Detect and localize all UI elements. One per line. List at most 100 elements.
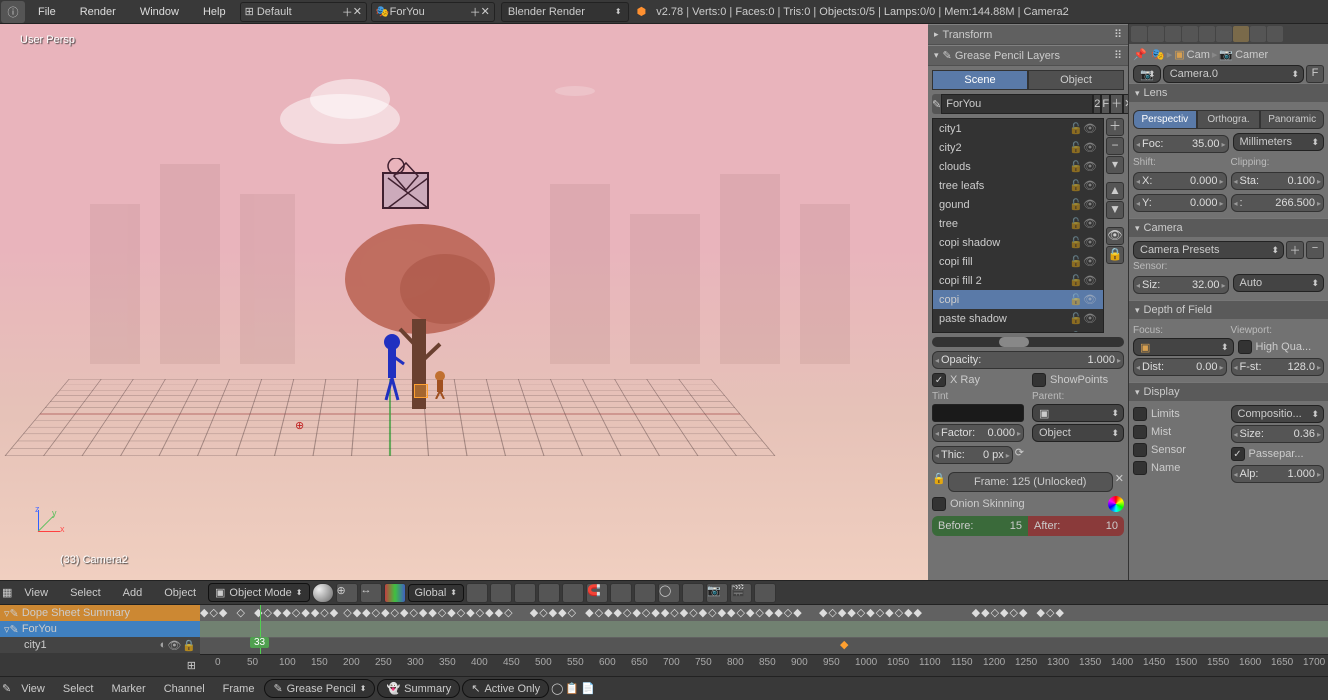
layer-remove-button[interactable]: − — [1106, 137, 1124, 155]
gp-users[interactable]: 2 — [1093, 94, 1101, 114]
manipulator-toggle[interactable]: ↔ — [360, 583, 382, 603]
name-checkbox[interactable] — [1133, 461, 1147, 475]
display-size-field[interactable]: Size:0.36 — [1231, 425, 1325, 443]
opengl-anim-button[interactable]: 🎬 — [730, 583, 752, 603]
lock-icon[interactable]: 🔓 — [1069, 122, 1083, 135]
gpencil-toggle[interactable] — [754, 583, 776, 603]
proportional-falloff[interactable] — [682, 583, 704, 603]
sensor-fit-field[interactable]: Auto — [1233, 274, 1325, 292]
sensor-size-field[interactable]: Siz:32.00 — [1133, 276, 1229, 294]
dof-object-field[interactable]: ▣ — [1133, 338, 1234, 356]
dopesheet-mode-selector[interactable]: ✎Grease Pencil⬍ — [264, 679, 375, 698]
gp-fakeuser-button[interactable]: F — [1101, 94, 1110, 114]
menu-window[interactable]: Window — [128, 6, 191, 18]
playhead[interactable] — [260, 605, 261, 654]
lock-icon[interactable]: 🔓 — [1069, 160, 1083, 173]
gp-add-button[interactable]: ＋ — [1110, 94, 1123, 114]
hide-icon[interactable]: 👁 — [1083, 274, 1097, 287]
gp-datablock-row[interactable]: ▿ ✎ ForYou — [0, 621, 200, 637]
tint-factor-field[interactable]: Factor:0.000 — [932, 424, 1024, 442]
menu-file[interactable]: File — [26, 6, 68, 18]
camera-fakeuser-button[interactable]: F — [1306, 65, 1324, 83]
tab-render-layers-icon[interactable] — [1148, 26, 1164, 42]
tab-constraints-icon[interactable] — [1216, 26, 1232, 42]
expand-icon[interactable]: ⊞ — [187, 659, 196, 672]
lens-section-header[interactable]: ▾Lens — [1129, 83, 1328, 102]
hide-icon[interactable]: 👁 — [1083, 179, 1097, 192]
layer-channel-row[interactable]: city1◐👁🔒 — [0, 637, 200, 653]
orientation-selector[interactable]: Global⬍ — [408, 584, 465, 602]
onion-before-field[interactable]: Before:15 — [932, 516, 1028, 536]
layer-item[interactable]: copi fill🔓👁 — [933, 252, 1103, 271]
lock-icon[interactable]: 🔓 — [1069, 293, 1083, 306]
composition-guides-field[interactable]: Compositio... — [1231, 405, 1325, 423]
layers-button-3[interactable] — [514, 583, 536, 603]
layer-specials-button[interactable]: ▾ — [1106, 156, 1124, 174]
passepartout-alpha-field[interactable]: Alp:1.000 — [1231, 465, 1325, 483]
opengl-render-button[interactable]: 📷 — [706, 583, 728, 603]
camera-browse-button[interactable]: 📷 — [1133, 65, 1161, 83]
lock-icon[interactable]: 🔓 — [1069, 179, 1083, 192]
menu-render[interactable]: Render — [68, 6, 128, 18]
dope-view-menu[interactable]: View — [13, 683, 53, 695]
layer-item[interactable]: city1🔓👁 — [933, 119, 1103, 138]
lock-icon[interactable]: 🔓 — [1069, 274, 1083, 287]
layer-list-scrollbar[interactable] — [932, 337, 1124, 347]
prop-edit-toggle[interactable]: ◯ — [551, 682, 563, 695]
end-keyframe-icon[interactable]: ◆ — [840, 638, 848, 651]
hide-icon[interactable]: 👁 — [1083, 331, 1097, 333]
lock-icon[interactable]: 🔓 — [1069, 236, 1083, 249]
layer-move-up-button[interactable]: ▲ — [1106, 182, 1124, 200]
hide-icon[interactable]: 👁 — [1083, 198, 1097, 211]
proportional-edit-toggle[interactable]: ◯ — [658, 583, 680, 603]
layers-toggle[interactable] — [562, 583, 584, 603]
dof-distance-field[interactable]: Dist:0.00 — [1133, 358, 1227, 376]
preset-remove-button[interactable]: − — [1306, 241, 1324, 259]
lens-panoramic-button[interactable]: Panoramic — [1260, 110, 1324, 129]
info-editor-icon[interactable]: ⓘ — [1, 1, 25, 23]
tab-scene[interactable]: Scene — [932, 70, 1028, 90]
pivot-selector[interactable]: ⊕ — [336, 583, 358, 603]
layer-move-down-button[interactable]: ▼ — [1106, 201, 1124, 219]
editor-type-icon[interactable]: ✎ — [2, 682, 11, 695]
preset-add-button[interactable]: ＋ — [1286, 241, 1304, 259]
hide-icon[interactable]: 👁 — [167, 639, 181, 652]
dope-select-menu[interactable]: Select — [55, 683, 102, 695]
dope-marker-menu[interactable]: Marker — [103, 683, 153, 695]
focal-length-field[interactable]: Foc:35.00 — [1133, 135, 1229, 153]
xray-checkbox[interactable] — [932, 373, 946, 387]
tab-render-icon[interactable] — [1131, 26, 1147, 42]
hide-icon[interactable]: 👁 — [1083, 141, 1097, 154]
layer-isolate-button[interactable]: 👁 — [1106, 227, 1124, 245]
shading-selector[interactable] — [312, 583, 334, 603]
mist-checkbox[interactable] — [1133, 425, 1147, 439]
lock-icon[interactable]: 🔓 — [1069, 331, 1083, 333]
clip-end-field[interactable]: :266.500 — [1231, 194, 1325, 212]
dopesheet-track-area[interactable]: ◆◇◆ ◇ ◆◇◆◆◇◆◆◇◆ ◇◆◆◇◆◇◆◇◆◆◇◆◇◆◇◆◆◇ ◆◇◆◆◇… — [200, 605, 1328, 654]
render-engine-selector[interactable]: Blender Render ⬍ — [501, 2, 629, 22]
select-menu[interactable]: Select — [60, 587, 111, 599]
dof-fstop-field[interactable]: F-st:128.0 — [1231, 358, 1325, 376]
lock-icon[interactable]: 🔓 — [1069, 255, 1083, 268]
clip-start-field[interactable]: Sta:0.100 — [1231, 172, 1325, 190]
shift-x-field[interactable]: X:0.000 — [1133, 172, 1227, 190]
snap-toggle[interactable]: 🧲 — [586, 583, 608, 603]
camera-presets-dropdown[interactable]: Camera Presets — [1133, 241, 1284, 259]
mode-selector[interactable]: ▣Object Mode⬍ — [208, 583, 309, 602]
camera-object[interactable] — [378, 158, 438, 218]
lens-perspective-button[interactable]: Perspectiv — [1133, 110, 1197, 129]
layers-button-2[interactable] — [490, 583, 512, 603]
hide-icon[interactable]: 👁 — [1083, 312, 1097, 325]
layer-lock-button[interactable]: 🔒 — [1106, 246, 1124, 264]
passepartout-checkbox[interactable] — [1231, 447, 1245, 461]
mask-icon[interactable]: ◐ — [160, 639, 167, 652]
hide-icon[interactable]: 👁 — [1083, 122, 1097, 135]
layers-button-1[interactable] — [466, 583, 488, 603]
parent-object-field[interactable]: ▣ — [1032, 404, 1124, 422]
tab-data-icon[interactable] — [1233, 26, 1249, 42]
layer-item[interactable]: tree leafs🔓👁 — [933, 176, 1103, 195]
object-menu[interactable]: Object — [154, 587, 206, 599]
layer-item[interactable]: paste shadow🔓👁 — [933, 309, 1103, 328]
tab-object-icon[interactable] — [1199, 26, 1215, 42]
camera-id-field[interactable]: Camera.0 — [1163, 65, 1304, 83]
